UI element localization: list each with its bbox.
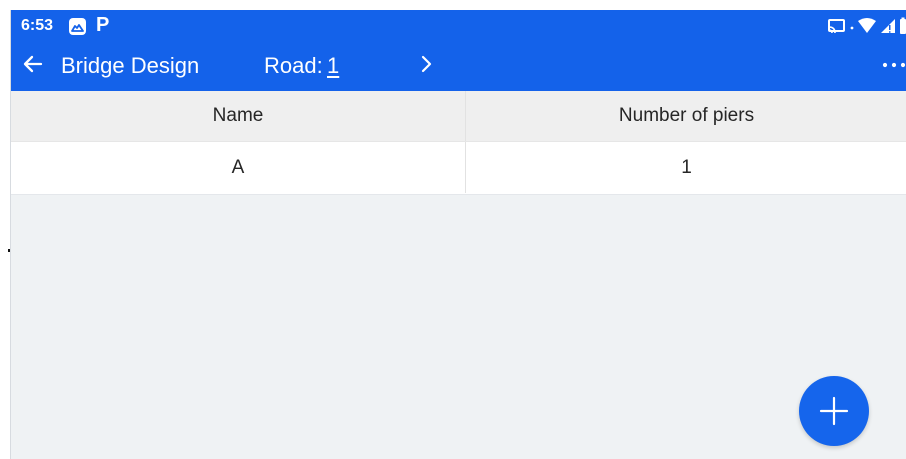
cast-icon: [827, 18, 847, 34]
status-time: 6:53: [21, 17, 54, 34]
wifi-icon: [857, 17, 877, 35]
chevron-right-icon: [421, 55, 432, 73]
table-header: Name Number of piers: [11, 91, 906, 142]
battery-icon: [899, 17, 906, 35]
toolbar: Bridge Design Road: 1: [11, 42, 906, 91]
plus-icon: [819, 396, 849, 426]
p-icon: P: [96, 14, 110, 36]
screen-edge-mark: [8, 249, 10, 252]
status-icons: [827, 16, 906, 36]
piers-count-cell: 1: [681, 156, 692, 178]
back-button[interactable]: [16, 47, 50, 81]
bridge-name-cell: A: [11, 142, 466, 193]
column-name-header: Name: [11, 91, 466, 141]
screenshot-page: 6:53 P Bridge Design Road: 1 Name Number…: [0, 0, 906, 459]
column-piers-header: Number of piers: [618, 105, 755, 126]
more-options-button[interactable]: [873, 50, 906, 80]
bridge-table: Name Number of piers A 1: [11, 91, 906, 195]
road-number[interactable]: 1: [327, 52, 339, 80]
android-screen: 6:53 P Bridge Design Road: 1 Name Number…: [10, 10, 906, 459]
dot-icon: [849, 18, 855, 34]
page-title: Bridge Design: [61, 53, 200, 78]
app-bar: 6:53 P Bridge Design Road: 1: [11, 10, 906, 91]
add-bridge-button[interactable]: [799, 376, 869, 446]
more-horizontal-icon: [882, 62, 906, 68]
arrow-left-icon: [23, 55, 43, 73]
signal-icon: [879, 17, 897, 35]
table-row[interactable]: A 1: [11, 142, 906, 193]
road-label: Road:: [264, 53, 323, 78]
next-road-button[interactable]: [411, 47, 441, 81]
app-mountain-icon: [69, 18, 86, 35]
mountain-icon: [71, 23, 84, 32]
status-bar: 6:53 P: [11, 10, 906, 42]
